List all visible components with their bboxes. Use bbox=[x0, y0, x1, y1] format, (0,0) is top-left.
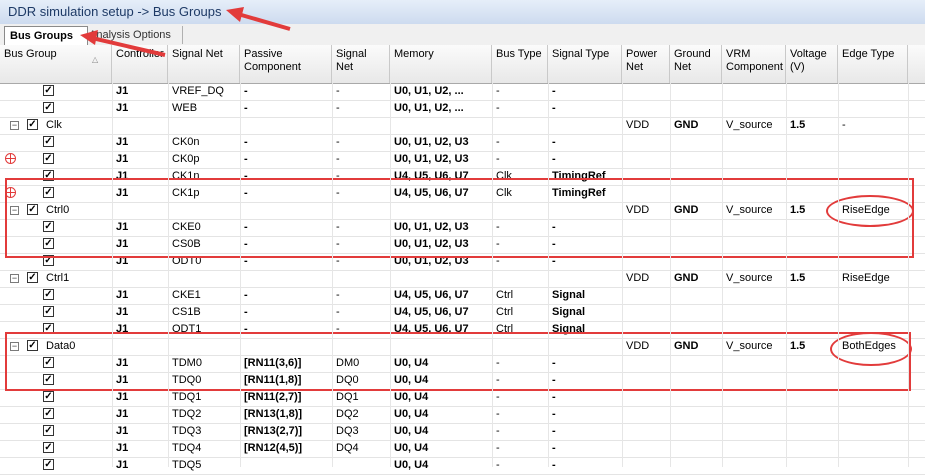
grid-line bbox=[168, 83, 169, 467]
grid-line bbox=[786, 83, 787, 467]
grid-line bbox=[492, 83, 493, 467]
grid-line bbox=[670, 83, 671, 467]
arrow-to-tab bbox=[80, 30, 166, 57]
grid-line bbox=[722, 83, 723, 467]
grid-line bbox=[390, 83, 391, 467]
grid-line bbox=[112, 83, 113, 467]
grid-line bbox=[240, 83, 241, 467]
grid-line bbox=[332, 83, 333, 467]
grid-line bbox=[622, 83, 623, 467]
grid-line bbox=[548, 83, 549, 467]
grid-line bbox=[838, 83, 839, 467]
grid-line bbox=[908, 83, 909, 467]
arrow-to-title bbox=[226, 7, 291, 31]
